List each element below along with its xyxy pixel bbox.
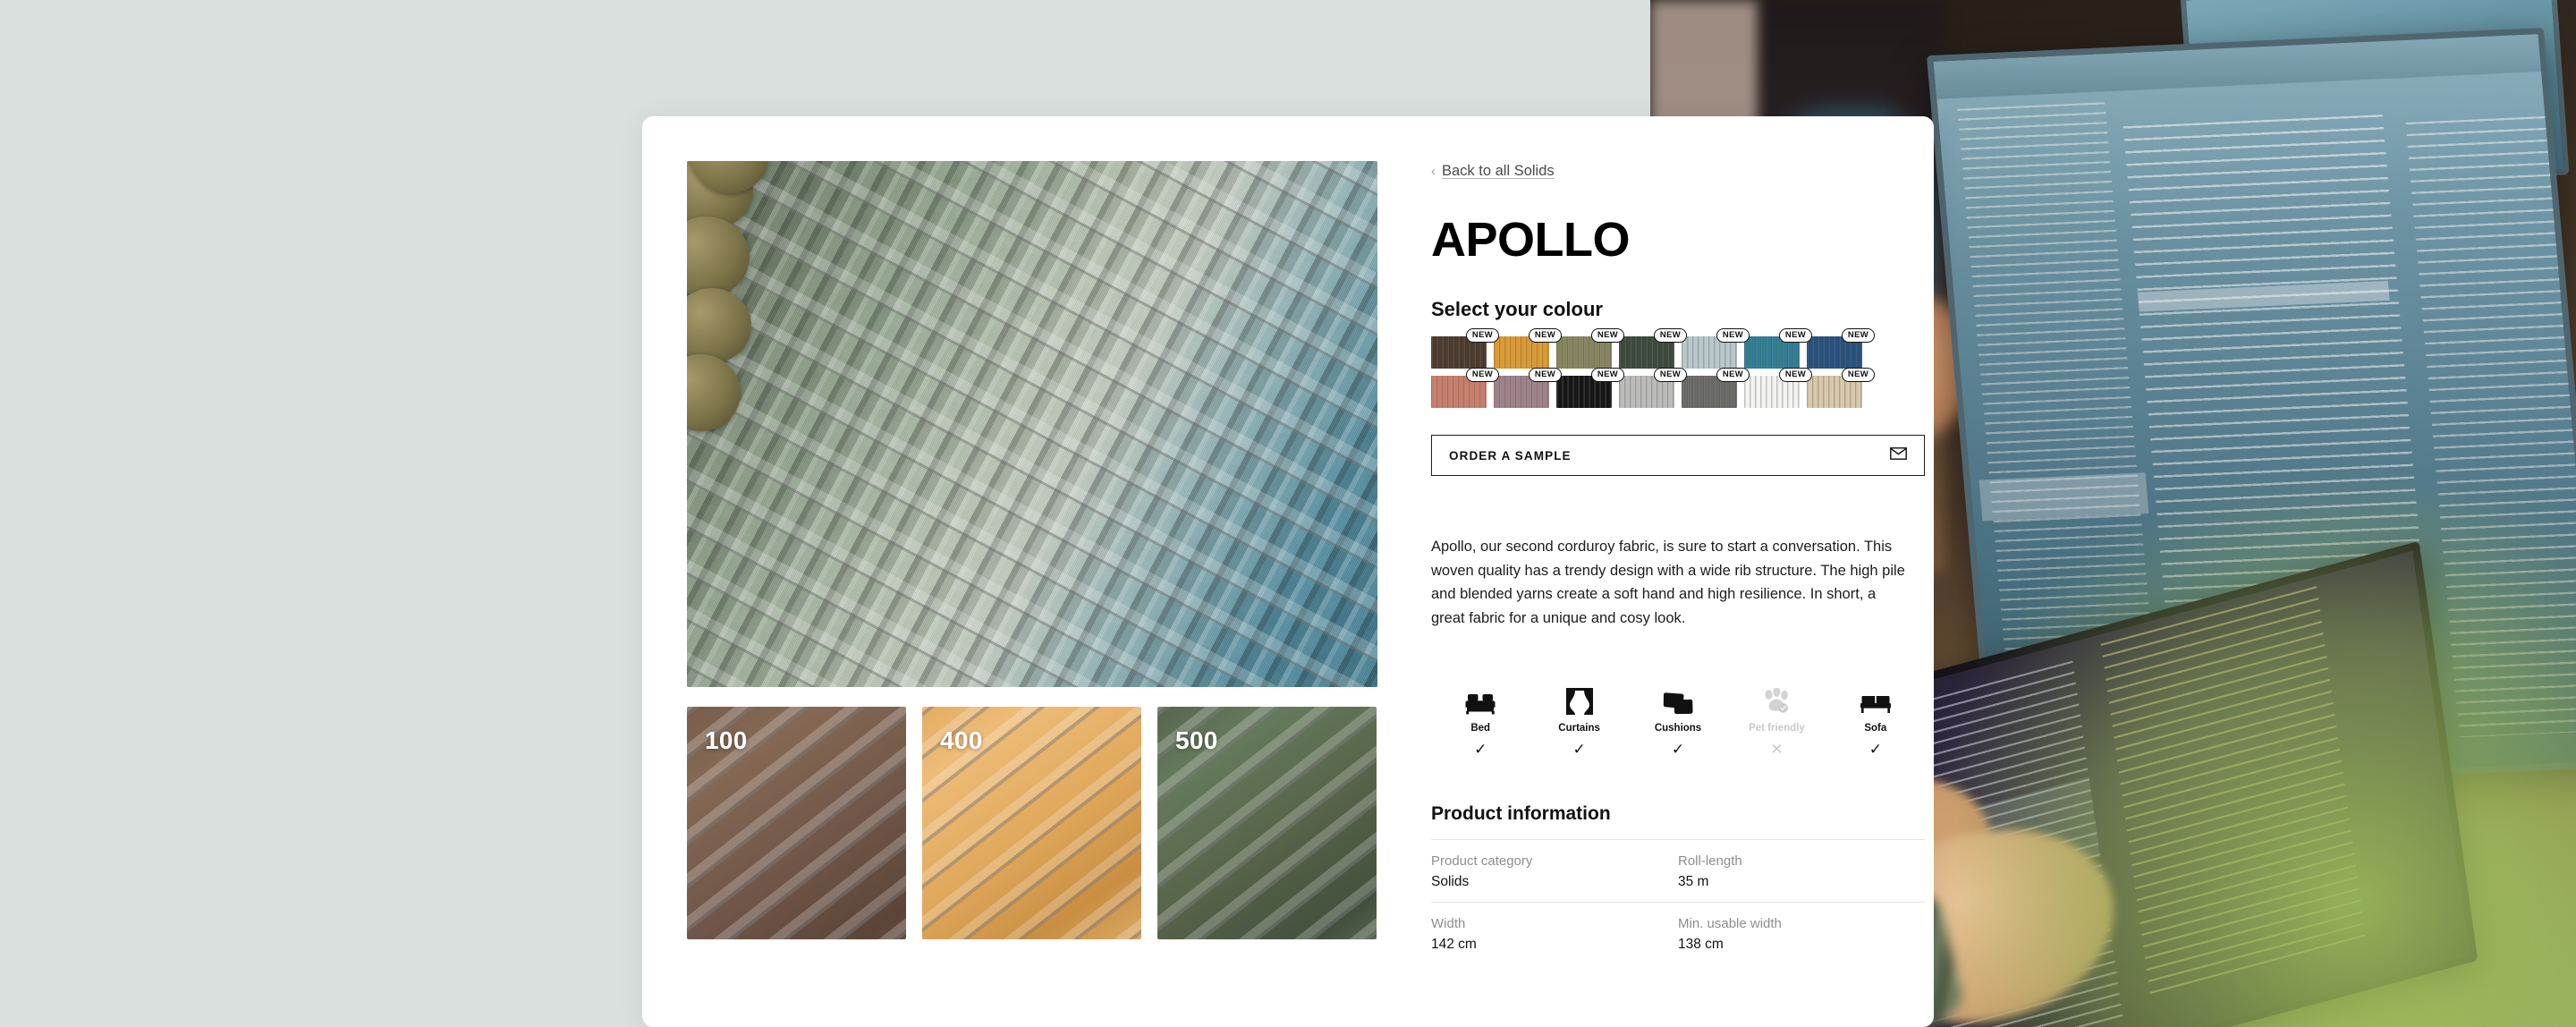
new-badge: NEW [1528,368,1562,382]
info-cell-roll-length: Roll-length 35 m [1678,853,1925,890]
new-badge: NEW [1653,368,1687,382]
colour-swatch-dusty-mauve[interactable]: NEW [1494,368,1562,408]
colour-swatch-black[interactable]: NEW [1556,368,1624,408]
new-badge: NEW [1841,328,1875,343]
product-detail-card: 100 400 500 ‹ Back to all Solids APOLLO … [642,116,1934,1027]
colour-swatch-dark-brown[interactable]: NEW [1431,328,1499,369]
info-cell-min-usable-width: Min. usable width 138 cm [1678,916,1925,953]
new-badge: NEW [1778,368,1812,382]
info-key: Width [1431,915,1466,931]
thumbnail-400[interactable]: 400 [922,707,1141,939]
product-information-heading: Product information [1431,802,1611,824]
new-badge: NEW [1465,328,1499,343]
new-badge: NEW [1841,368,1875,382]
thumbnail-100[interactable]: 100 [687,707,906,939]
new-badge: NEW [1716,328,1750,343]
colour-swatch-dark-grey[interactable]: NEW [1682,368,1750,408]
usage-label: Bed [1470,722,1491,734]
usage-label: Pet friendly [1749,722,1805,734]
colour-swatch-pale-blue-grey[interactable]: NEW [1682,328,1750,369]
usage-suitability-row: Bed ✓ Curtains ✓ Cushions ✓ Pet friendly… [1431,684,1925,757]
usage-mark: ✓ [1868,740,1882,758]
thumbnail-number: 500 [1175,726,1218,754]
back-to-all-solids-link[interactable]: ‹ Back to all Solids [1431,163,1555,180]
curtains-icon [1565,684,1593,715]
usage-mark: ✓ [1474,740,1487,758]
info-cell-width: Width 142 cm [1431,916,1678,953]
new-badge: NEW [1716,368,1750,382]
info-value: 35 m [1678,873,1709,889]
bed-icon [1465,684,1496,715]
info-key: Product category [1431,853,1533,869]
info-key: Min. usable width [1678,915,1782,931]
info-value: 142 cm [1431,936,1477,952]
sofa-icon [1860,684,1891,715]
usage-mark: ✕ [1770,740,1784,758]
colour-swatch-amber[interactable]: NEW [1494,328,1562,369]
thumbnail-500[interactable]: 500 [1157,707,1377,939]
colour-swatch-navy-blue[interactable]: NEW [1807,328,1875,369]
product-details: ‹ Back to all Solids APOLLO Select your … [1431,161,1925,1027]
info-value: Solids [1431,873,1470,889]
order-button-label: ORDER A SAMPLE [1449,448,1572,463]
product-description: Apollo, our second corduroy fabric, is s… [1431,539,1905,627]
cushions-icon [1663,684,1693,715]
info-key: Roll-length [1678,853,1742,869]
new-badge: NEW [1590,368,1624,382]
paw-print-icon [1762,684,1791,715]
new-badge: NEW [1590,328,1624,343]
colour-swatch-olive[interactable]: NEW [1556,328,1624,369]
new-badge: NEW [1653,328,1687,343]
chevron-left-icon: ‹ [1431,164,1436,179]
usage-mark: ✓ [1671,740,1685,758]
colour-swatch-forest-green[interactable]: NEW [1619,328,1687,369]
colour-swatch-grid: NEW NEW NEW NEW NEW NEW NEW NEW NEW NEW NEW NEW NEW N… [1431,328,1896,408]
usage-item-curtains: Curtains ✓ [1530,684,1628,757]
usage-item-sofa: Sofa ✓ [1826,684,1925,757]
product-information-table: Product category Solids Roll-length 35 m… [1431,838,1925,964]
usage-label: Curtains [1558,722,1600,734]
order-a-sample-button[interactable]: ORDER A SAMPLE [1431,435,1925,476]
back-link-label: Back to all Solids [1442,163,1555,179]
new-badge: NEW [1778,328,1812,343]
new-badge: NEW [1528,328,1562,343]
usage-mark: ✓ [1572,740,1586,758]
colour-swatch-terracotta[interactable]: NEW [1431,368,1499,408]
colour-swatch-off-white[interactable]: NEW [1744,368,1812,408]
envelope-icon [1890,446,1907,464]
table-row: Product category Solids Roll-length 35 m [1431,838,1925,902]
hero-fabric-image[interactable] [687,161,1377,687]
usage-item-cushions: Cushions ✓ [1629,684,1727,757]
info-cell-product-category: Product category Solids [1431,853,1678,890]
product-gallery: 100 400 500 [687,161,1377,1027]
usage-item-pet-friendly: Pet friendly ✕ [1727,684,1826,757]
table-row: Width 142 cm Min. usable width 138 cm [1431,901,1925,964]
screen: 100 400 500 ‹ Back to all Solids APOLLO … [0,0,2576,1027]
colour-swatch-light-grey[interactable]: NEW [1619,368,1687,408]
page-title: APOLLO [1431,213,1631,267]
new-badge: NEW [1465,368,1499,382]
colour-swatch-teal[interactable]: NEW [1744,328,1812,369]
thumbnail-number: 100 [705,726,748,754]
info-value: 138 cm [1678,936,1724,952]
usage-label: Cushions [1654,722,1702,734]
usage-item-bed: Bed ✓ [1431,684,1530,757]
select-colour-heading: Select your colour [1431,298,1603,320]
thumbnail-number: 400 [940,726,983,754]
usage-label: Sofa [1864,722,1887,734]
thumbnail-strip: 100 400 500 [687,707,1377,939]
colour-swatch-sand-beige[interactable]: NEW [1807,368,1875,408]
